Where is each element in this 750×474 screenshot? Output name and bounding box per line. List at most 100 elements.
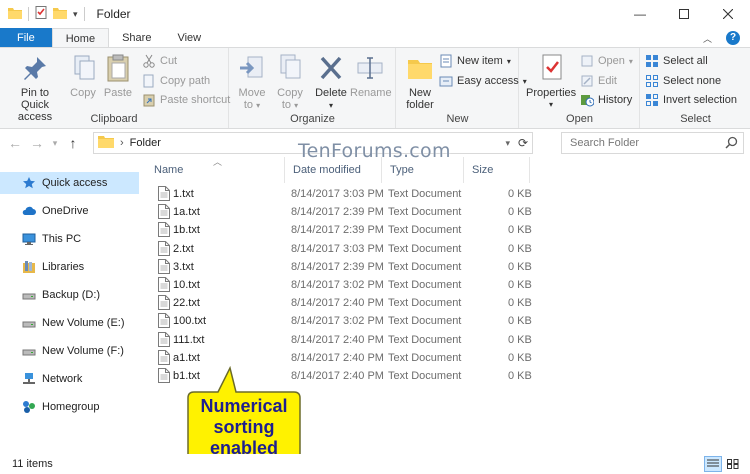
pin-icon bbox=[19, 52, 51, 84]
invert-selection-button[interactable]: Invert selection bbox=[645, 93, 737, 107]
address-path[interactable]: Folder bbox=[130, 137, 161, 149]
text-file-icon bbox=[158, 331, 170, 350]
window-title: Folder bbox=[96, 7, 131, 21]
help-icon[interactable]: ? bbox=[726, 31, 740, 45]
file-row[interactable]: 1a.txt 8/14/2017 2:39 PM Text Document 0 KB bbox=[146, 203, 750, 221]
invert-selection-icon bbox=[645, 93, 659, 107]
select-all-button[interactable]: Select all bbox=[645, 54, 708, 68]
file-name: 2.txt bbox=[173, 242, 194, 255]
file-row[interactable]: 100.txt 8/14/2017 3:02 PM Text Document 0 K… bbox=[146, 312, 750, 330]
file-type: Text Document bbox=[388, 260, 462, 273]
file-name: 1.txt bbox=[173, 188, 194, 200]
new-item-button[interactable]: New item ▾ bbox=[439, 54, 511, 68]
paste-shortcut-icon bbox=[142, 93, 156, 107]
forward-button[interactable]: → bbox=[26, 135, 48, 151]
nav-item-this-pc[interactable]: This PC bbox=[0, 228, 139, 250]
properties-icon[interactable] bbox=[35, 6, 47, 22]
text-file-icon bbox=[158, 222, 170, 240]
delete-button[interactable]: Delete ▾ bbox=[314, 52, 348, 112]
new-folder-button[interactable]: New folder bbox=[401, 52, 439, 111]
file-date: 8/14/2017 2:39 PM bbox=[291, 224, 384, 237]
file-row[interactable]: 111.txt 8/14/2017 2:40 PM Text Document 0 K… bbox=[146, 331, 750, 349]
new-item-icon bbox=[439, 54, 453, 68]
file-name: a1.txt bbox=[173, 351, 200, 364]
file-size: 0 KB bbox=[508, 315, 532, 328]
file-row[interactable]: 22.txt 8/14/2017 2:40 PM Text Document 0 KB bbox=[146, 294, 750, 312]
text-file-icon bbox=[158, 295, 170, 313]
paste-icon bbox=[102, 52, 134, 84]
callout-line-2: sorting bbox=[213, 417, 275, 437]
search-icon bbox=[725, 136, 738, 152]
tab-share[interactable]: Share bbox=[109, 28, 164, 48]
paste-shortcut-button[interactable]: Paste shortcut bbox=[142, 93, 230, 107]
file-size: 0 KB bbox=[508, 260, 532, 273]
nav-item-network[interactable]: Network bbox=[0, 368, 139, 390]
organize-group-label: Organize bbox=[290, 113, 335, 125]
select-none-button[interactable]: Select none bbox=[645, 74, 721, 88]
search-input[interactable]: Search Folder bbox=[561, 132, 744, 154]
folder-icon bbox=[8, 7, 22, 22]
sort-ascending-icon: ︿ bbox=[213, 157, 223, 167]
file-size: 0 KB bbox=[508, 333, 532, 346]
customize-qat-icon[interactable]: ▾ bbox=[73, 9, 78, 20]
nav-item-new-volume-f[interactable]: New Volume (F:) bbox=[0, 340, 139, 362]
chevron-right-icon[interactable]: › bbox=[120, 137, 124, 149]
file-row[interactable]: 1b.txt 8/14/2017 2:39 PM Text Document 0 KB bbox=[146, 221, 750, 239]
edit-icon bbox=[580, 74, 594, 88]
file-size: 0 KB bbox=[508, 297, 532, 310]
up-button[interactable]: ↑ bbox=[62, 135, 84, 151]
file-row[interactable]: 1.txt 8/14/2017 3:03 PM Text Document 0 KB bbox=[146, 185, 750, 203]
star-icon bbox=[22, 176, 36, 190]
address-dropdown-icon[interactable]: ▾ bbox=[505, 138, 510, 149]
nav-item-backup-d[interactable]: Backup (D:) bbox=[0, 284, 139, 306]
minimize-ribbon-icon[interactable]: ︿ bbox=[703, 32, 712, 45]
copy-button[interactable]: Copy bbox=[68, 52, 98, 99]
maximize-button[interactable] bbox=[662, 0, 706, 28]
nav-item-homegroup[interactable]: Homegroup bbox=[0, 396, 139, 418]
quick-access-toolbar: ▾ bbox=[0, 6, 85, 22]
tab-file[interactable]: File bbox=[0, 28, 52, 48]
file-size: 0 KB bbox=[508, 351, 532, 364]
recent-locations-button[interactable]: ▾ bbox=[48, 138, 62, 149]
new-folder-big-icon bbox=[404, 52, 436, 84]
details-view-button[interactable] bbox=[704, 456, 722, 472]
file-row[interactable]: 2.txt 8/14/2017 3:03 PM Text Document 0 KB bbox=[146, 240, 750, 258]
close-button[interactable] bbox=[706, 0, 750, 28]
file-type: Text Document bbox=[388, 242, 462, 255]
file-row[interactable]: a1.txt 8/14/2017 2:40 PM Text Document 0 KB bbox=[146, 349, 750, 367]
window-controls: — bbox=[618, 0, 750, 28]
file-type: Text Document bbox=[388, 333, 462, 346]
nav-item-onedrive[interactable]: OneDrive bbox=[0, 200, 139, 222]
cut-button[interactable]: Cut bbox=[142, 54, 177, 68]
column-header-name[interactable]: ︿ Name bbox=[146, 157, 285, 183]
tab-home[interactable]: Home bbox=[51, 28, 110, 48]
move-to-button[interactable]: Move to ▾ bbox=[234, 52, 270, 112]
rename-button[interactable]: Rename bbox=[350, 52, 392, 99]
file-row[interactable]: 3.txt 8/14/2017 2:39 PM Text Document 0 KB bbox=[146, 258, 750, 276]
column-header-size[interactable]: Size bbox=[464, 157, 530, 183]
copy-icon bbox=[68, 52, 100, 84]
open-button[interactable]: Open ▾ bbox=[580, 54, 633, 68]
clipboard-group: Pin to Quick access Copy Paste Cut Copy … bbox=[0, 48, 230, 128]
easy-access-button[interactable]: Easy access ▾ bbox=[439, 74, 527, 88]
nav-item-new-volume-e[interactable]: New Volume (E:) bbox=[0, 312, 139, 334]
paste-button[interactable]: Paste bbox=[102, 52, 134, 99]
new-folder-icon[interactable] bbox=[53, 7, 67, 22]
minimize-button[interactable]: — bbox=[618, 0, 662, 28]
copy-path-button[interactable]: Copy path bbox=[142, 74, 210, 88]
tab-view[interactable]: View bbox=[164, 28, 214, 48]
back-button[interactable]: ← bbox=[4, 135, 26, 151]
large-icons-view-button[interactable] bbox=[724, 456, 742, 472]
properties-button[interactable]: Properties ▾ bbox=[526, 52, 576, 111]
nav-item-libraries[interactable]: Libraries bbox=[0, 256, 139, 278]
edit-button[interactable]: Edit bbox=[580, 74, 617, 88]
file-name: 1b.txt bbox=[173, 224, 200, 237]
nav-item-quick-access[interactable]: Quick access bbox=[0, 172, 139, 194]
title-bar: ▾ Folder — bbox=[0, 0, 750, 28]
history-button[interactable]: History bbox=[580, 93, 632, 107]
select-all-icon bbox=[645, 54, 659, 68]
file-row[interactable]: 10.txt 8/14/2017 3:02 PM Text Document 0 KB bbox=[146, 276, 750, 294]
text-file-icon bbox=[158, 368, 170, 386]
copy-to-button[interactable]: Copy to ▾ bbox=[272, 52, 308, 112]
refresh-icon[interactable]: ⟳ bbox=[518, 136, 528, 150]
